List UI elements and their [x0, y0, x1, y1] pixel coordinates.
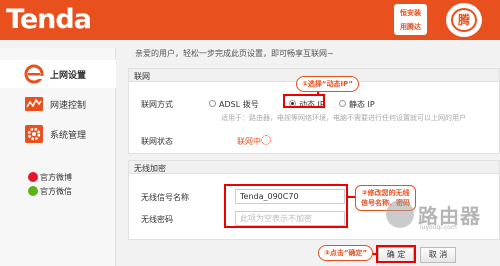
callout-step2-line1: ②修改您的无线 [361, 189, 410, 197]
radio-adsl[interactable] [209, 100, 216, 107]
internet-explorer-icon [24, 64, 44, 84]
sidebar: 上网设置 网速控制 系统管理 官方微博 官方微信 [0, 48, 116, 266]
welcome-text: 亲爱的用户，轻松一步完成此页设置，即可畅享互联网~ [135, 49, 334, 58]
highlight-dynamic-ip [283, 94, 325, 108]
sidebar-item-label: 系统管理 [50, 131, 87, 141]
ssid-label: 无线信号名称 [141, 193, 189, 202]
radio-adsl-label[interactable]: ADSL 拨号 [219, 99, 259, 110]
section-title: 联网 [134, 72, 150, 81]
weibo-icon [28, 172, 38, 182]
emblem-text: 腾 [451, 8, 477, 32]
password-label: 无线密码 [141, 215, 173, 224]
connection-status-label: 联网状态 [141, 137, 173, 146]
section-header: 无线加密 [129, 161, 499, 174]
social-label: 官方微博 [40, 173, 72, 182]
sidebar-item-label: 上网设置 [50, 71, 87, 81]
speed-chart-icon [25, 97, 43, 111]
gear-icon [25, 125, 43, 143]
header-bar: Tenda 恒安装 用腾达 腾 [0, 0, 500, 40]
brand-emblem-icon: 腾 [446, 3, 482, 37]
social-label: 官方微信 [40, 187, 72, 196]
loading-spinner-icon [261, 135, 271, 145]
badge-line-2: 用腾达 [400, 23, 421, 31]
badge-line-1: 恒安装 [400, 9, 421, 17]
watermark-subtitle: luyouqi.com [420, 224, 457, 231]
wechat-icon [28, 186, 38, 196]
sidebar-item-system-management[interactable]: 系统管理 [0, 120, 116, 148]
callout-step3: ③点击“确定” [318, 245, 374, 261]
connection-status-value: 联网中 [237, 137, 261, 146]
sidebar-item-internet-settings[interactable]: 上网设置 [0, 60, 116, 88]
cancel-button[interactable]: 取 消 [420, 247, 456, 263]
sidebar-item-speed-control[interactable]: 网速控制 [0, 90, 116, 118]
highlight-wireless-fields [224, 184, 348, 228]
radio-static-ip[interactable] [339, 100, 346, 107]
watermark: 路由器 luyouqi.com [386, 198, 496, 234]
watermark-router-icon [386, 200, 414, 228]
mode-hint: 适用于：路由器，电视等网络环境，电脑不需要进行任何设置就可以上网的用户 [221, 114, 466, 122]
radio-static-ip-label[interactable]: 静态 IP [349, 99, 375, 110]
section-title: 无线加密 [134, 164, 166, 173]
highlight-ok-button [376, 245, 416, 263]
connection-mode-label: 联网方式 [141, 100, 173, 109]
callout-step1: ①选择“动态IP” [296, 76, 359, 92]
sidebar-item-label: 网速控制 [50, 101, 87, 111]
install-badge: 恒安装 用腾达 [394, 4, 427, 35]
tenda-logo: Tenda [6, 4, 92, 35]
